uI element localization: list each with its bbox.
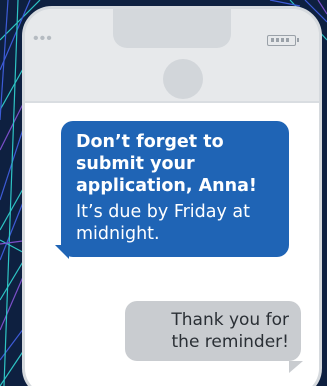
battery-icon <box>267 35 299 46</box>
outgoing-message-bubble: Thank you for the reminder! <box>125 301 301 361</box>
incoming-bubble-tail <box>55 245 69 259</box>
illustration: ••• Don’t forget to submit your applicat… <box>0 0 327 386</box>
incoming-message-text: It’s due by Friday at midnight. <box>76 202 251 244</box>
status-dots-icon: ••• <box>33 30 53 47</box>
message-screen: Don’t forget to submit your application,… <box>25 101 319 386</box>
phone-frame: ••• Don’t forget to submit your applicat… <box>22 6 322 386</box>
incoming-message-bold-text: Don’t forget to submit your application,… <box>76 132 257 196</box>
camera-icon <box>163 59 203 99</box>
incoming-message-bubble: Don’t forget to submit your application,… <box>61 121 289 257</box>
outgoing-bubble-tail <box>289 361 303 373</box>
phone-notch <box>113 9 231 48</box>
phone-header: ••• <box>25 9 319 101</box>
